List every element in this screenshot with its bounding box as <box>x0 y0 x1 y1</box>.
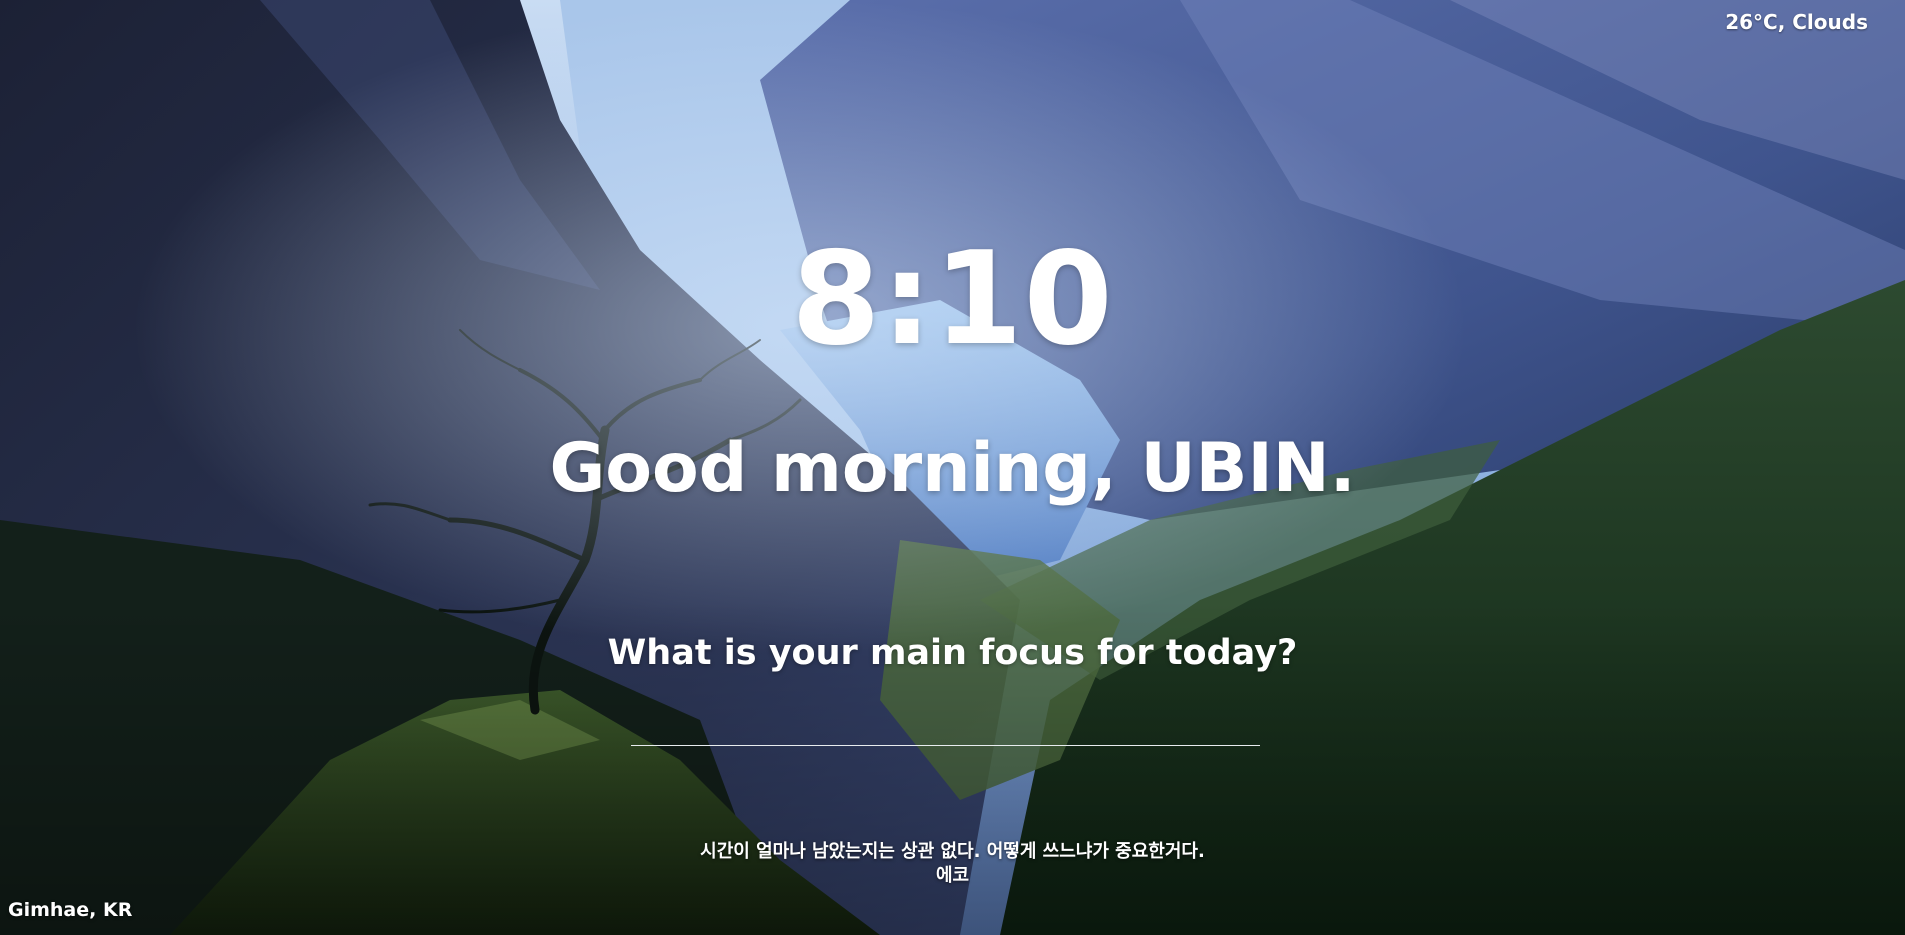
quote-text: 시간이 얼마나 남았는지는 상관 없다. 어떻게 쓰느냐가 중요한거다. <box>700 841 1205 862</box>
quote-block: 시간이 얼마나 남았는지는 상관 없다. 어떻게 쓰느냐가 중요한거다. 에코 <box>0 840 1905 889</box>
location-label: Gimhae, KR <box>8 899 133 921</box>
quote-author: 에코 <box>935 865 970 887</box>
weather-status: 26°C, Clouds <box>1725 10 1868 34</box>
focus-input[interactable] <box>631 705 1260 746</box>
clock-time: 8:10 <box>791 225 1114 374</box>
focus-question-label: What is your main focus for today? <box>607 633 1298 673</box>
greeting-text: Good morning, UBIN. <box>549 429 1356 508</box>
